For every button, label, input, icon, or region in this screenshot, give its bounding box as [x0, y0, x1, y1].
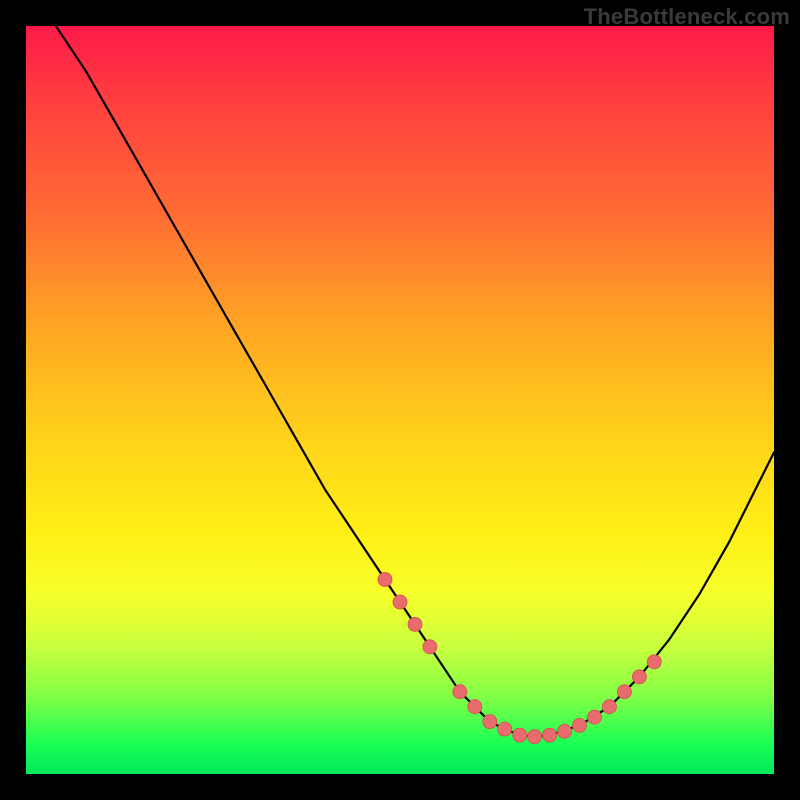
data-marker [558, 724, 572, 738]
plot-area [26, 26, 774, 774]
data-marker [393, 595, 407, 609]
marker-group [378, 573, 661, 744]
data-marker [573, 718, 587, 732]
data-marker [528, 730, 542, 744]
chart-stage: TheBottleneck.com [0, 0, 800, 800]
data-marker [647, 655, 661, 669]
data-marker [588, 710, 602, 724]
data-marker [632, 670, 646, 684]
data-marker [617, 685, 631, 699]
data-marker [513, 728, 527, 742]
data-marker [423, 640, 437, 654]
data-marker [468, 700, 482, 714]
data-marker [378, 573, 392, 587]
data-marker [498, 722, 512, 736]
data-marker [602, 700, 616, 714]
data-marker [408, 617, 422, 631]
data-marker [483, 715, 497, 729]
data-marker [453, 685, 467, 699]
chart-svg [26, 26, 774, 774]
data-marker [543, 728, 557, 742]
